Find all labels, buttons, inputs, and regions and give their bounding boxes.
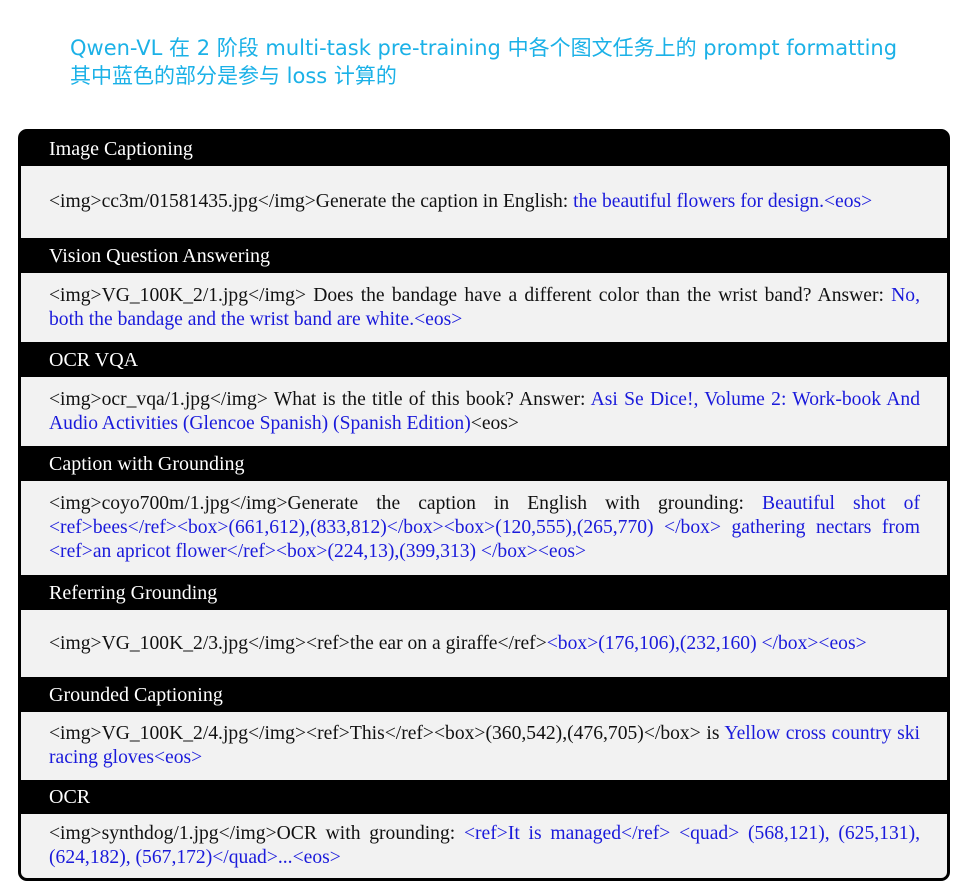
prompt-format-table: Image Captioning <img>cc3m/01581435.jpg<…	[18, 129, 950, 881]
task-header-grounded-captioning: Grounded Captioning	[21, 677, 947, 712]
title-line-2: 其中蓝色的部分是参与 loss 计算的	[70, 64, 397, 88]
task-example-vqa: <img>VG_100K_2/1.jpg</img> Does the band…	[21, 273, 947, 342]
prompt-text: <img>cc3m/01581435.jpg</img>Generate the…	[49, 191, 574, 212]
task-header-ocr: OCR	[21, 780, 947, 814]
task-header-referring-grounding: Referring Grounding	[21, 575, 947, 610]
prompt-text: <img>coyo700m/1.jpg</img>Generate the ca…	[49, 493, 763, 514]
loss-target-text: the beautiful flowers for design.<eos>	[573, 191, 873, 212]
task-example-ocr: <img>synthdog/1.jpg</img>OCR with ground…	[21, 814, 947, 878]
task-example-referring-grounding: <img>VG_100K_2/3.jpg</img><ref>the ear o…	[21, 610, 947, 677]
prompt-text: <img>synthdog/1.jpg</img>OCR with ground…	[49, 823, 464, 844]
task-header-vqa: Vision Question Answering	[21, 238, 947, 273]
task-example-grounded-captioning: <img>VG_100K_2/4.jpg</img><ref>This</ref…	[21, 712, 947, 780]
title-line-1: Qwen-VL 在 2 阶段 multi-task pre-training 中…	[70, 36, 898, 60]
task-header-image-captioning: Image Captioning	[21, 132, 947, 166]
task-header-caption-with-grounding: Caption with Grounding	[21, 446, 947, 481]
prompt-text: <img>VG_100K_2/1.jpg</img> Does the band…	[49, 284, 892, 306]
prompt-text: <img>VG_100K_2/4.jpg</img><ref>This</ref…	[49, 723, 725, 744]
prompt-text: <img>ocr_vqa/1.jpg</img> What is the tit…	[49, 388, 591, 410]
task-example-image-captioning: <img>cc3m/01581435.jpg</img>Generate the…	[21, 166, 947, 238]
page-title: Qwen-VL 在 2 阶段 multi-task pre-training 中…	[70, 34, 940, 90]
prompt-text: <img>VG_100K_2/3.jpg</img><ref>the ear o…	[49, 632, 547, 654]
task-example-ocr-vqa: <img>ocr_vqa/1.jpg</img> What is the tit…	[21, 377, 947, 446]
task-example-caption-with-grounding: <img>coyo700m/1.jpg</img>Generate the ca…	[21, 481, 947, 575]
task-header-ocr-vqa: OCR VQA	[21, 342, 947, 377]
eos-token-text: <eos>	[470, 412, 519, 434]
loss-target-text: <box>(176,106),(232,160) </box><eos>	[546, 632, 867, 654]
